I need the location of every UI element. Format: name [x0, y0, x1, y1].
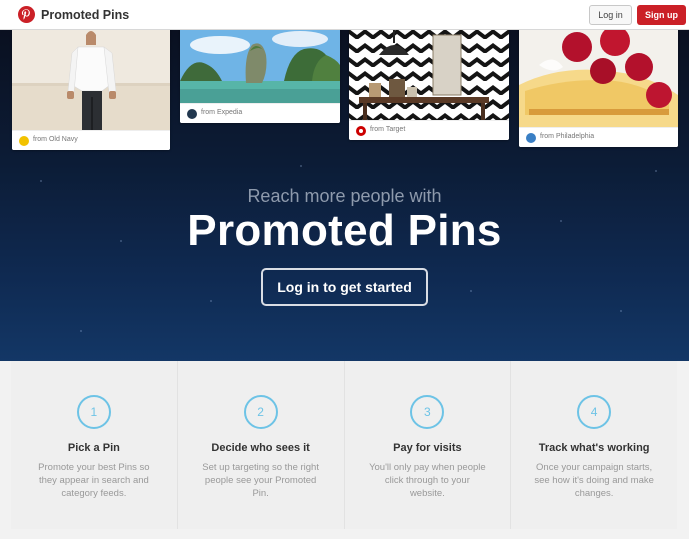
- steps-section: 1 Pick a Pin Promote your best Pins so t…: [11, 361, 677, 529]
- step-description: Promote your best Pins so they appear in…: [38, 462, 150, 499]
- star-decoration: [210, 300, 212, 302]
- pin-source[interactable]: from Old Navy: [12, 130, 170, 150]
- pin-image[interactable]: [349, 30, 509, 120]
- step-description: Set up targeting so the right people see…: [202, 462, 319, 499]
- pin-source[interactable]: from Target: [349, 120, 509, 140]
- step-number-circle: 2: [243, 395, 278, 429]
- page: Promoted Pins Log in Sign up from Old Na…: [0, 0, 689, 539]
- top-bar: Promoted Pins Log in Sign up: [0, 0, 689, 30]
- step-number-circle: 1: [76, 395, 111, 429]
- pin-image[interactable]: [519, 30, 678, 127]
- step-title: Pay for visits: [393, 442, 462, 454]
- step-card: 2 Decide who sees it Set up targeting so…: [177, 361, 345, 529]
- star-decoration: [40, 180, 42, 182]
- expedia-icon: [187, 109, 197, 119]
- step-description: Once your campaign starts, see how it's …: [534, 462, 654, 499]
- pin-source[interactable]: from Expedia: [180, 103, 340, 123]
- pinterest-logo-icon[interactable]: [18, 6, 35, 23]
- step-card: 4 Track what's working Once your campaig…: [511, 361, 677, 529]
- star-decoration: [655, 170, 657, 172]
- step-title: Decide who sees it: [211, 442, 310, 454]
- pin-source[interactable]: from Philadelphia: [519, 127, 678, 147]
- brand-name[interactable]: Promoted Pins: [41, 8, 129, 22]
- star-decoration: [470, 290, 472, 292]
- get-started-button[interactable]: Log in to get started: [261, 268, 428, 306]
- hero-section: from Old Navy from Expedia from Target f…: [0, 30, 689, 361]
- signup-button[interactable]: Sign up: [637, 5, 686, 25]
- old-navy-icon: [19, 136, 29, 146]
- pin-card[interactable]: from Philadelphia: [519, 30, 678, 147]
- step-title: Pick a Pin: [67, 442, 120, 454]
- star-decoration: [80, 330, 82, 332]
- pin-source-text: from Old Navy: [33, 136, 78, 143]
- step-card: 1 Pick a Pin Promote your best Pins so t…: [11, 361, 178, 529]
- pin-image[interactable]: [12, 30, 170, 130]
- pin-source-text: from Philadelphia: [540, 133, 595, 140]
- login-button[interactable]: Log in: [589, 5, 632, 25]
- pin-image[interactable]: [180, 30, 340, 103]
- pin-card[interactable]: from Old Navy: [12, 30, 170, 150]
- philadelphia-icon: [526, 133, 536, 143]
- hero-subtitle: Reach more people with: [247, 186, 442, 206]
- pin-card[interactable]: from Target: [349, 30, 509, 140]
- step-card: 3 Pay for visits You'll only pay when pe…: [344, 361, 512, 529]
- star-decoration: [300, 165, 302, 167]
- step-number-circle: 3: [410, 395, 445, 429]
- step-title: Track what's working: [538, 442, 650, 454]
- star-decoration: [620, 310, 622, 312]
- hero-title: Promoted Pins: [187, 206, 502, 255]
- step-number-circle: 4: [577, 395, 612, 429]
- target-icon: [356, 126, 366, 136]
- pin-source-text: from Expedia: [201, 109, 243, 116]
- pin-source-text: from Target: [370, 126, 406, 133]
- pin-card[interactable]: from Expedia: [180, 30, 340, 123]
- step-description: You'll only pay when people click throug…: [369, 462, 486, 499]
